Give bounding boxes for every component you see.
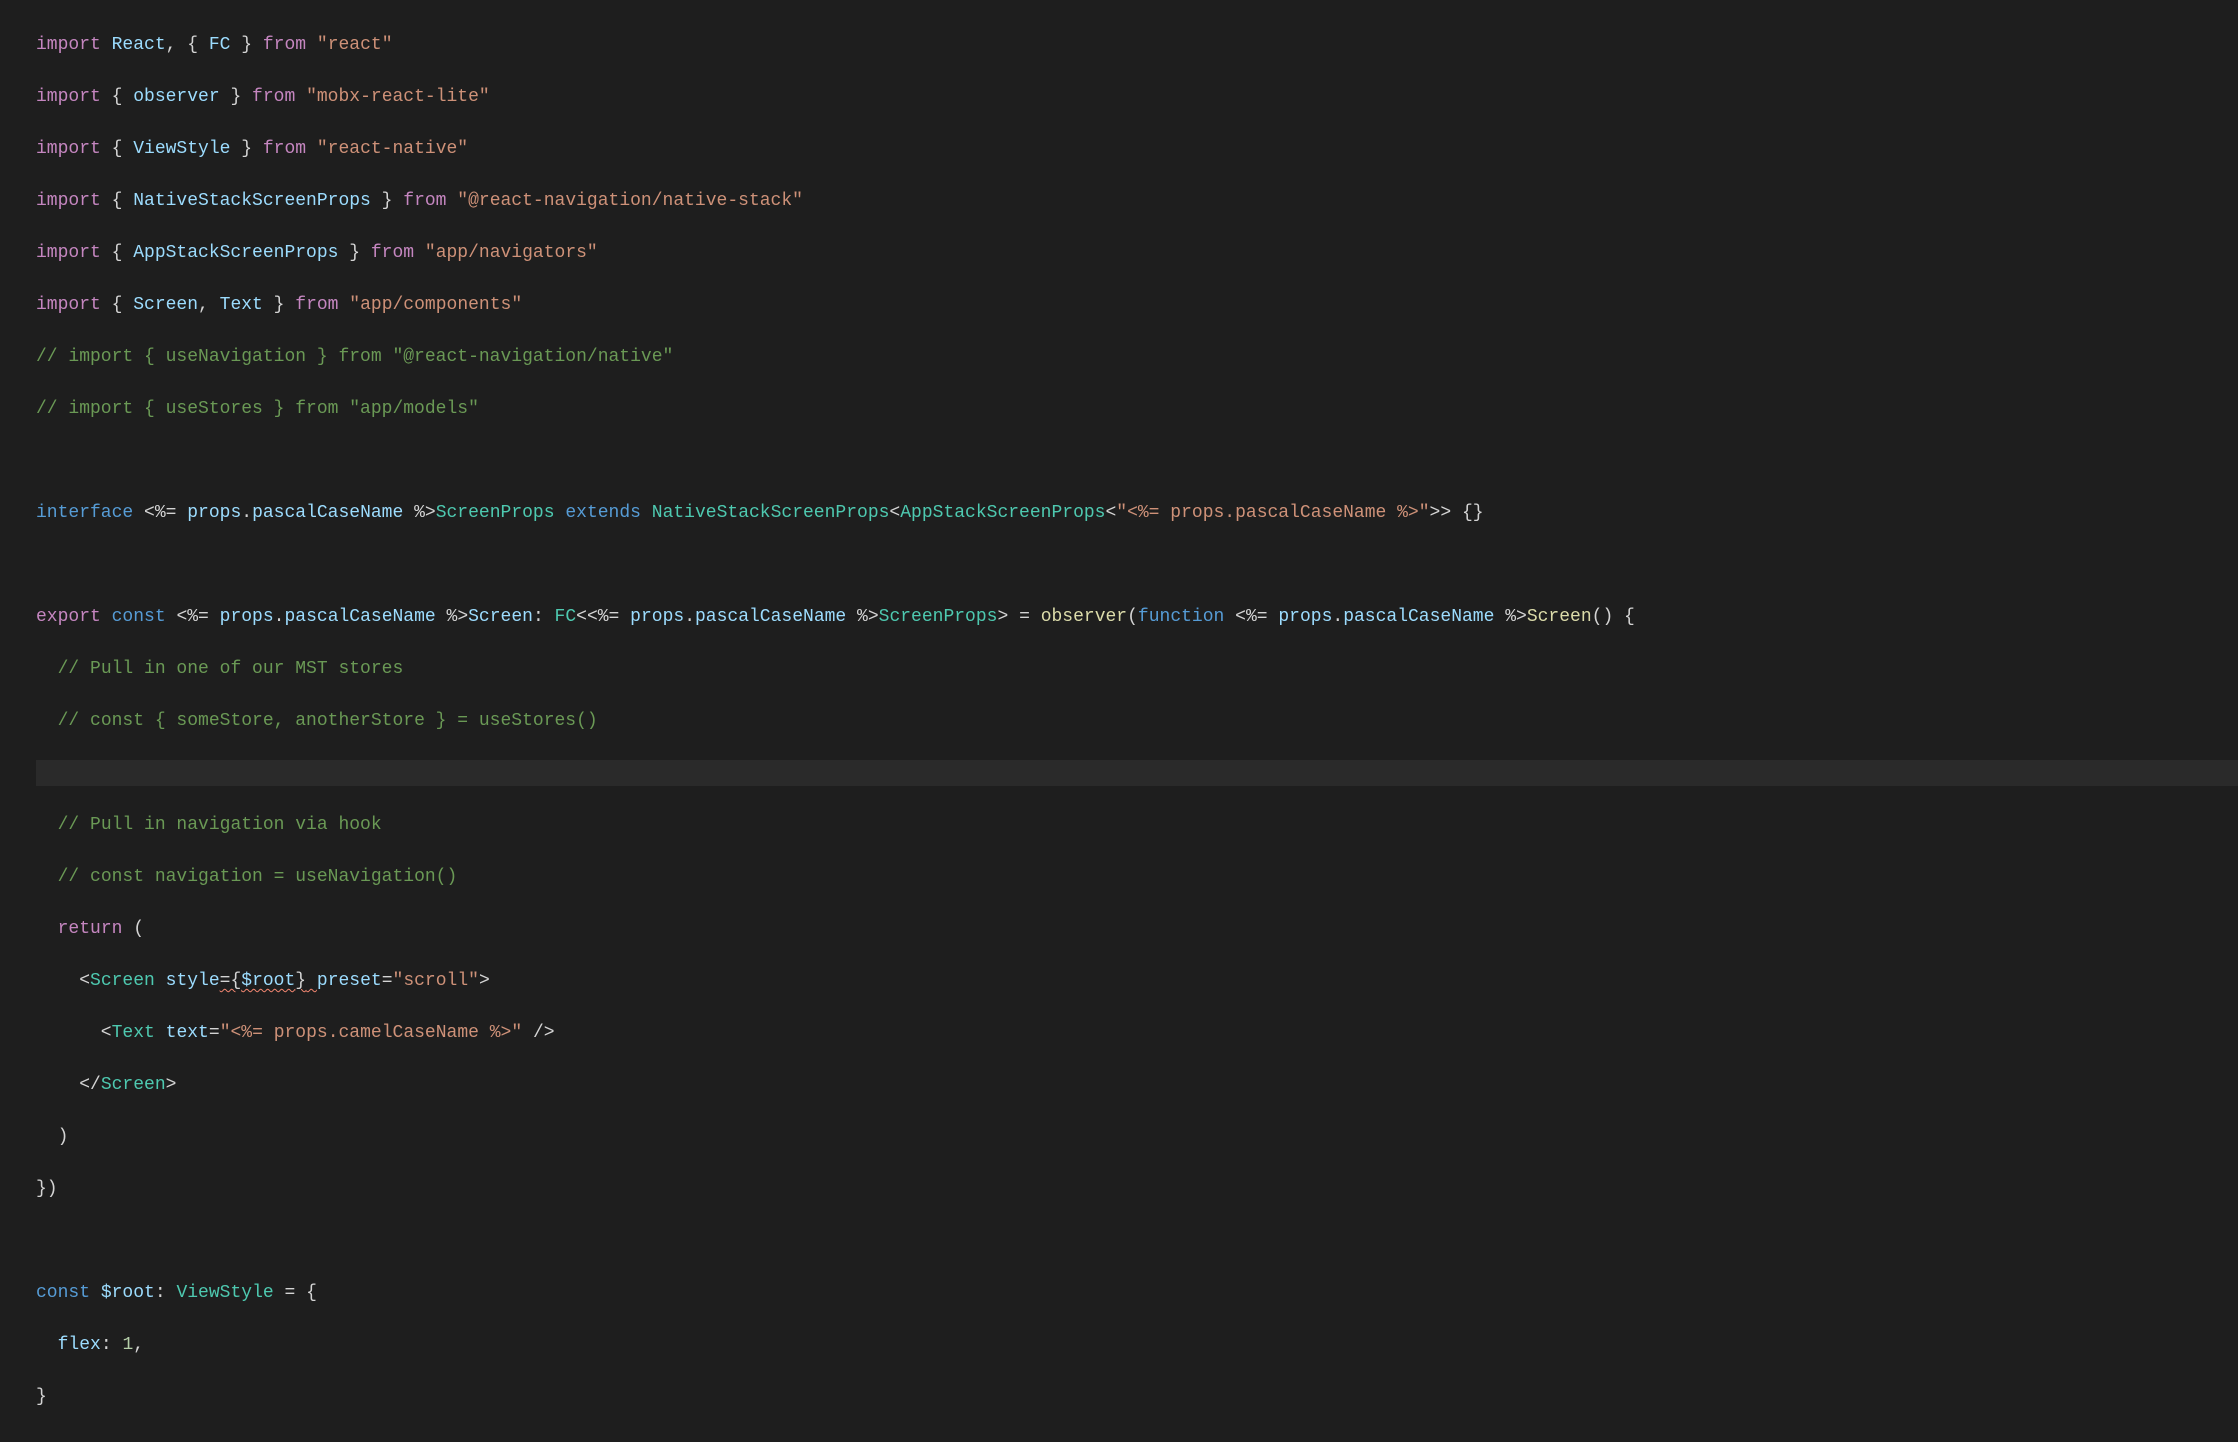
code-line[interactable]: flex: 1, (36, 1332, 2238, 1358)
code-line[interactable]: import { Screen, Text } from "app/compon… (36, 292, 2238, 318)
code-line[interactable]: const $root: ViewStyle = { (36, 1280, 2238, 1306)
code-line[interactable] (36, 552, 2238, 578)
code-line[interactable] (36, 448, 2238, 474)
code-line[interactable]: import { observer } from "mobx-react-lit… (36, 84, 2238, 110)
comment: // const { someStore, anotherStore } = u… (58, 711, 598, 731)
code-line[interactable]: // const { someStore, anotherStore } = u… (36, 708, 2238, 734)
code-line[interactable]: // const navigation = useNavigation() (36, 864, 2238, 890)
code-line[interactable]: import { AppStackScreenProps } from "app… (36, 240, 2238, 266)
code-line[interactable]: // Pull in navigation via hook (36, 812, 2238, 838)
comment: // const navigation = useNavigation() (58, 867, 458, 887)
comment: // Pull in one of our MST stores (58, 659, 404, 679)
code-line[interactable]: </Screen> (36, 1072, 2238, 1098)
code-line[interactable]: export const <%= props.pascalCaseName %>… (36, 604, 2238, 630)
code-line[interactable]: // import { useNavigation } from "@react… (36, 344, 2238, 370)
code-line[interactable]: interface <%= props.pascalCaseName %>Scr… (36, 500, 2238, 526)
error-squiggle: ={ (220, 971, 242, 991)
keyword: import (36, 35, 101, 55)
code-line-active[interactable] (36, 760, 2238, 786)
code-line[interactable]: import React, { FC } from "react" (36, 32, 2238, 58)
code-line[interactable]: // import { useStores } from "app/models… (36, 396, 2238, 422)
code-line[interactable]: ) (36, 1124, 2238, 1150)
code-line[interactable]: } (36, 1384, 2238, 1410)
code-line[interactable]: import { NativeStackScreenProps } from "… (36, 188, 2238, 214)
comment: // Pull in navigation via hook (58, 815, 382, 835)
comment: // import { useNavigation } from "@react… (36, 347, 673, 367)
code-line[interactable]: return ( (36, 916, 2238, 942)
code-editor[interactable]: import React, { FC } from "react" import… (0, 0, 2238, 1442)
comment: // import { useStores } from "app/models… (36, 399, 479, 419)
code-line[interactable]: <Text text="<%= props.camelCaseName %>" … (36, 1020, 2238, 1046)
code-line[interactable]: <Screen style={$root} preset="scroll"> (36, 968, 2238, 994)
code-line[interactable] (36, 1228, 2238, 1254)
code-line[interactable]: // Pull in one of our MST stores (36, 656, 2238, 682)
code-line[interactable]: import { ViewStyle } from "react-native" (36, 136, 2238, 162)
code-line[interactable]: }) (36, 1176, 2238, 1202)
